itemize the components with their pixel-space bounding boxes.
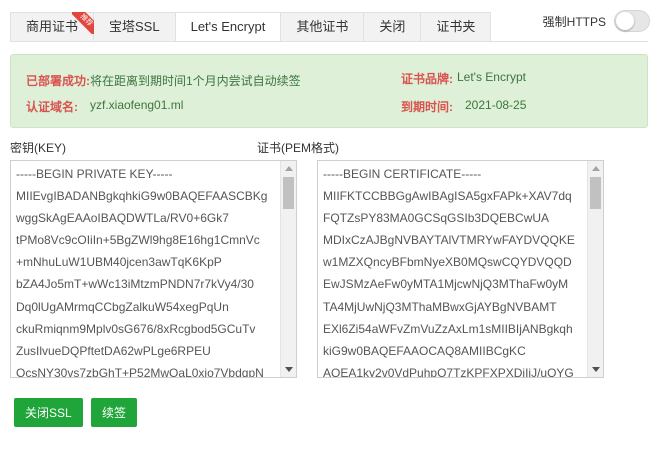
deploy-status-key: 已部署成功:: [26, 74, 90, 88]
cert-brand-value: Let's Encrypt: [457, 70, 526, 84]
tab-lets-encrypt[interactable]: Let's Encrypt: [175, 12, 282, 42]
cert-domain-value: yzf.xiaofeng01.ml: [90, 98, 184, 112]
text-line: kiG9w0BAQEFAAOCAQ8AMIIBCgKC: [323, 343, 526, 358]
tab-divider: [10, 41, 648, 42]
cert-label: 证书(PEM格式): [257, 141, 339, 155]
tab-baota-ssl[interactable]: 宝塔SSL: [94, 12, 176, 42]
toggle-knob: [616, 12, 634, 30]
deploy-status: 已部署成功: 将在距离到期时间1个月内尝试自动续签: [26, 72, 301, 89]
text-line: MIIFKTCCBBGgAwIBAgISA5gxFAPk+XAV7dq: [323, 189, 572, 204]
tab-label: Let's Encrypt: [190, 19, 266, 34]
scroll-down-icon[interactable]: [285, 367, 293, 372]
tab-label: 宝塔SSL: [109, 19, 160, 34]
cert-expiry: 到期时间: 2021-08-25: [401, 98, 526, 115]
text-line: TA4MjUwNjQ3MThaMBwxGjAYBgNVBAMT: [323, 299, 557, 314]
text-line: MIIEvgIBADANBgkqhkiG9w0BAQEFAASCBKg: [16, 189, 268, 204]
cert-domain-key: 认证域名:: [26, 100, 78, 114]
text-line: Dq0lUgAMrmqCCbgZalkuW54xegPqUn: [16, 299, 229, 314]
badge-text: 推荐: [72, 12, 95, 34]
deploy-status-value: 将在距离到期时间1个月内尝试自动续签: [90, 74, 301, 88]
text-line: AQEA1ky2v0VdPuhpO7TzKPFXPXDiIiJ/uQYG: [323, 365, 574, 378]
cert-brand: 证书品牌: Let's Encrypt: [401, 70, 526, 87]
text-line: ckuRmiqnm9Mplv0sG676/8xRcgbod5GCuTv: [16, 321, 256, 336]
text-line: MDIxCzAJBgNVBAYTAlVTMRYwFAYDVQQKE: [323, 233, 575, 248]
scroll-up-icon[interactable]: [592, 166, 600, 171]
cert-scrollbar[interactable]: [587, 161, 603, 377]
text-line: +mNhuLuW1UBM40jcen3awTqK6KpP: [16, 255, 222, 270]
tab-label: 关闭: [379, 19, 406, 34]
text-line: ZusIlvueDQPftetDA62wPLge6RPEU: [16, 343, 211, 358]
text-line: wggSkAgEAAoIBAQDWTLa/RV0+6Gk7: [16, 211, 229, 226]
tab-commercial-cert[interactable]: 商用证书 推荐: [10, 12, 95, 42]
close-ssl-button[interactable]: 关闭SSL: [14, 398, 83, 427]
key-label: 密钥(KEY): [10, 141, 67, 155]
renew-button[interactable]: 续签: [91, 398, 138, 427]
tab-other-cert[interactable]: 其他证书: [281, 12, 365, 42]
ssl-tabs: 商用证书 推荐 宝塔SSL Let's Encrypt 其他证书 关闭 证书夹: [10, 12, 492, 42]
tab-cert-folder[interactable]: 证书夹: [421, 12, 492, 42]
cert-textarea[interactable]: -----BEGIN CERTIFICATE----- MIIFKTCCBBGgA…: [317, 160, 604, 378]
scroll-thumb[interactable]: [283, 177, 294, 209]
force-https-label: 强制HTTPS: [542, 14, 606, 29]
scroll-thumb[interactable]: [590, 177, 601, 209]
text-line: -----BEGIN CERTIFICATE-----: [323, 167, 482, 181]
cert-domain: 认证域名: yzf.xiaofeng01.ml: [26, 98, 183, 115]
cert-brand-key: 证书品牌:: [401, 72, 453, 86]
tab-label: 商用证书: [26, 19, 79, 34]
force-https: 强制HTTPS: [543, 10, 650, 32]
text-line: OcsNY30vs7zbGhT+P52MwOaL0xio7VbdqpN: [16, 365, 264, 378]
key-text: -----BEGIN PRIVATE KEY----- MIIEvgIBADANB…: [16, 163, 278, 378]
scroll-down-icon[interactable]: [592, 367, 600, 372]
text-line: EXl6Zi54aWFvZmVuZzAxLm1sMIIBIjANBgkqh: [323, 321, 573, 336]
text-line: w1MZXQncyBFbmNyeXB0MQswCQYDVQQD: [323, 255, 572, 270]
text-line: -----BEGIN PRIVATE KEY-----: [16, 167, 173, 181]
recommend-badge: 推荐: [72, 12, 95, 34]
tab-label: 证书夹: [436, 19, 476, 34]
text-line: tPMo8Vc9cOIiIn+5BgZWl9hg8E16hg1CmnVc: [16, 233, 260, 248]
cert-text: -----BEGIN CERTIFICATE----- MIIFKTCCBBGgA…: [323, 163, 585, 378]
force-https-toggle[interactable]: [614, 10, 650, 32]
key-scrollbar[interactable]: [280, 161, 296, 377]
cert-expiry-value: 2021-08-25: [465, 98, 527, 112]
text-line: EwJSMzAeFw0yMTA1MjcwNjQ3MThaFw0yM: [323, 277, 569, 292]
tab-close[interactable]: 关闭: [364, 12, 422, 42]
text-line: FQTZsPY83MA0GCSqGSIb3DQEBCwUA: [323, 211, 550, 226]
cert-status-panel: 已部署成功: 将在距离到期时间1个月内尝试自动续签 认证域名: yzf.xiao…: [10, 54, 648, 128]
scroll-up-icon[interactable]: [285, 166, 293, 171]
cert-expiry-key: 到期时间:: [401, 100, 453, 114]
tab-label: 其他证书: [296, 19, 349, 34]
key-textarea[interactable]: -----BEGIN PRIVATE KEY----- MIIEvgIBADANB…: [10, 160, 297, 378]
text-line: bZA4Jo5mT+wWc13iMtzmPNDN7r7kVy4/30: [16, 277, 254, 292]
